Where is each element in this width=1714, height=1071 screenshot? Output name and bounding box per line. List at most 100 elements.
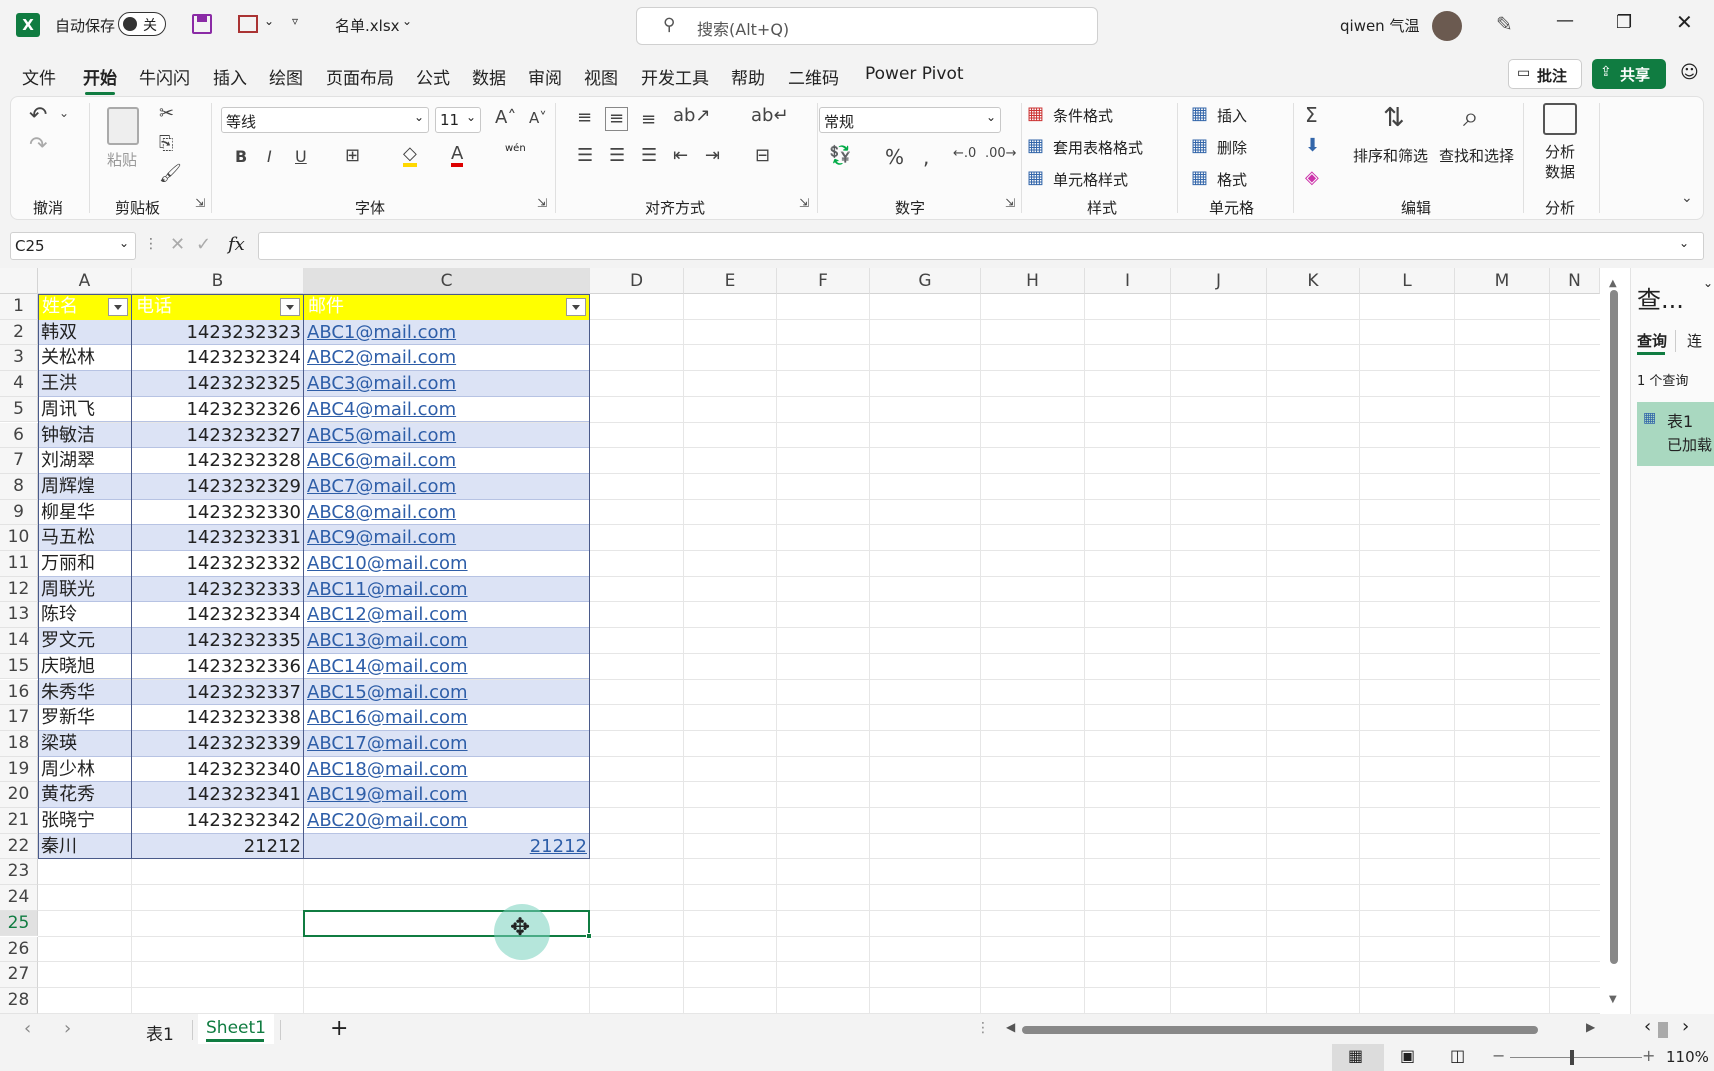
row-header-16[interactable]: 16 [0,679,38,706]
prev-sheet-icon[interactable]: ‹ [24,1018,31,1039]
undo-icon[interactable]: ↶ [29,105,47,127]
increase-decimal-icon[interactable]: ←.0 [953,147,976,160]
table-cell-phone[interactable]: 1423232328 [135,448,301,474]
tab-connections[interactable]: 连 [1687,330,1702,351]
save-icon[interactable] [192,14,212,34]
column-header-h[interactable]: H [981,268,1085,294]
name-box[interactable]: C25 ⌄ [10,232,136,260]
sheet-tab-sheet1[interactable]: Sheet1 [198,1014,274,1044]
row-header-28[interactable]: 28 [0,987,38,1014]
undo-chevron-icon[interactable]: ⌄ [59,107,69,119]
column-header-i[interactable]: I [1085,268,1171,294]
row-header-21[interactable]: 21 [0,808,38,834]
table-cell-name[interactable]: 梁瑛 [41,731,129,757]
dialog-launcher-icon[interactable]: ⇲ [799,197,809,209]
share-button[interactable]: ⇪ 共享 [1592,59,1666,89]
column-header-c[interactable]: C [304,268,590,294]
table-cell-phone[interactable]: 1423232326 [135,397,301,423]
zoom-slider-track[interactable] [1510,1057,1642,1058]
table-cell-phone[interactable]: 1423232330 [135,500,301,526]
worksheet-grid[interactable]: ABCDEFGHIJKLMN 1 2 3 4 5 6 7 8 9 10 11 12 13 14 15 16 17… [0,268,1630,1014]
table-cell-name[interactable]: 黄花秀 [41,782,129,808]
column-header-j[interactable]: J [1171,268,1267,294]
filter-dropdown-icon[interactable] [280,298,300,316]
table-cell-email[interactable]: ABC18@mail.com [307,757,587,783]
page-layout-view-icon[interactable]: ▣ [1400,1046,1415,1065]
table-format-icon[interactable]: ▦ [1027,137,1044,155]
decrease-font-icon[interactable]: A˅ [529,111,547,126]
table-cell-phone[interactable]: 1423232325 [135,371,301,397]
table-header-cell[interactable]: 电话 [136,294,278,320]
table-cell-email[interactable]: ABC10@mail.com [307,551,587,577]
table-cell-phone[interactable]: 1423232339 [135,731,301,757]
table-cell-phone[interactable]: 1423232341 [135,782,301,808]
font-color-icon[interactable]: A [451,145,464,167]
tab-data[interactable]: 数据 [472,64,506,89]
tab-file[interactable]: 文件 [22,64,56,89]
find-select-button[interactable]: 查找和选择 [1439,145,1514,166]
file-name-chevron-icon[interactable]: ⌄ [402,14,412,28]
row-header-17[interactable]: 17 [0,705,38,731]
table-header-cell[interactable]: 邮件 [308,294,564,320]
column-header-a[interactable]: A [38,268,132,294]
table-cell-phone[interactable]: 1423232342 [135,808,301,834]
tab-power-pivot[interactable]: Power Pivot [865,64,964,84]
table-header-cell[interactable]: 姓名 [42,294,106,320]
table-cell-phone[interactable]: 1423232332 [135,551,301,577]
select-all-corner[interactable] [0,268,38,294]
add-sheet-icon[interactable]: + [330,1016,348,1041]
row-header-2[interactable]: 2 [0,319,38,346]
row-header-27[interactable]: 27 [0,962,38,988]
row-header-22[interactable]: 22 [0,833,38,860]
table-cell-name[interactable]: 罗新华 [41,705,129,731]
redo-icon[interactable]: ↷ [29,135,47,157]
phonetic-icon[interactable]: wén [505,143,526,154]
table-cell-name[interactable]: 柳星华 [41,500,129,526]
tab-help[interactable]: 帮助 [731,64,765,89]
pane-scroll-thumb[interactable] [1658,1022,1668,1038]
bold-icon[interactable]: B [235,149,247,165]
table-cell-name[interactable]: 陈玲 [41,602,129,628]
analyze-data-label-1[interactable]: 分析 [1545,141,1575,162]
table-cell-name[interactable]: 周讯飞 [41,397,129,423]
table-cell-phone[interactable]: 1423232335 [135,628,301,654]
accounting-format-icon[interactable]: 💱 [829,147,851,165]
cancel-icon[interactable]: ✕ [170,234,185,255]
table-cell-name[interactable]: 王洪 [41,371,129,397]
table-cell-email[interactable]: ABC15@mail.com [307,680,587,706]
feedback-icon[interactable]: ☺ [1680,62,1699,83]
table-cell-phone[interactable]: 1423232334 [135,602,301,628]
page-break-view-icon[interactable]: ◫ [1450,1046,1465,1065]
align-bottom-icon[interactable]: ≡ [641,111,656,129]
zoom-slider-thumb[interactable] [1570,1050,1574,1065]
customize-qat-icon[interactable]: ▿ [292,14,298,28]
tab-formulas[interactable]: 公式 [416,64,450,89]
row-header-26[interactable]: 26 [0,936,38,963]
row-header-14[interactable]: 14 [0,628,38,654]
table-cell-name[interactable]: 刘湖翠 [41,448,129,474]
expand-formula-icon[interactable]: ⌄ [1679,236,1689,250]
row-header-13[interactable]: 13 [0,602,38,629]
column-header-e[interactable]: E [684,268,777,294]
format-cells-button[interactable]: 格式 [1217,169,1247,190]
align-top-icon[interactable]: ≡ [577,109,592,127]
table-cell-email[interactable]: ABC20@mail.com [307,808,587,834]
vertical-scroll-thumb[interactable] [1610,290,1618,964]
conditional-format-button[interactable]: 条件格式 [1053,105,1113,126]
table-cell-email[interactable]: ABC4@mail.com [307,397,587,423]
underline-icon[interactable]: U [295,149,307,165]
table-cell-name[interactable]: 万丽和 [41,551,129,577]
column-header-g[interactable]: G [870,268,981,294]
align-center-icon[interactable]: ☰ [609,147,625,165]
align-middle-icon[interactable]: ≡ [605,107,629,131]
row-header-19[interactable]: 19 [0,756,38,783]
sort-filter-button[interactable]: 排序和筛选 [1353,145,1428,166]
paste-label[interactable]: 粘贴 [107,149,137,170]
font-size-select[interactable]: 11 ⌄ [435,107,481,133]
table-cell-email[interactable]: ABC2@mail.com [307,345,587,371]
sheet-tab-table1[interactable]: 表1 [146,1020,174,1045]
fill-handle[interactable] [586,933,592,939]
pane-prev-icon[interactable]: ‹ [1644,1016,1651,1037]
table-cell-name[interactable]: 周联光 [41,577,129,603]
row-header-4[interactable]: 4 [0,371,38,397]
